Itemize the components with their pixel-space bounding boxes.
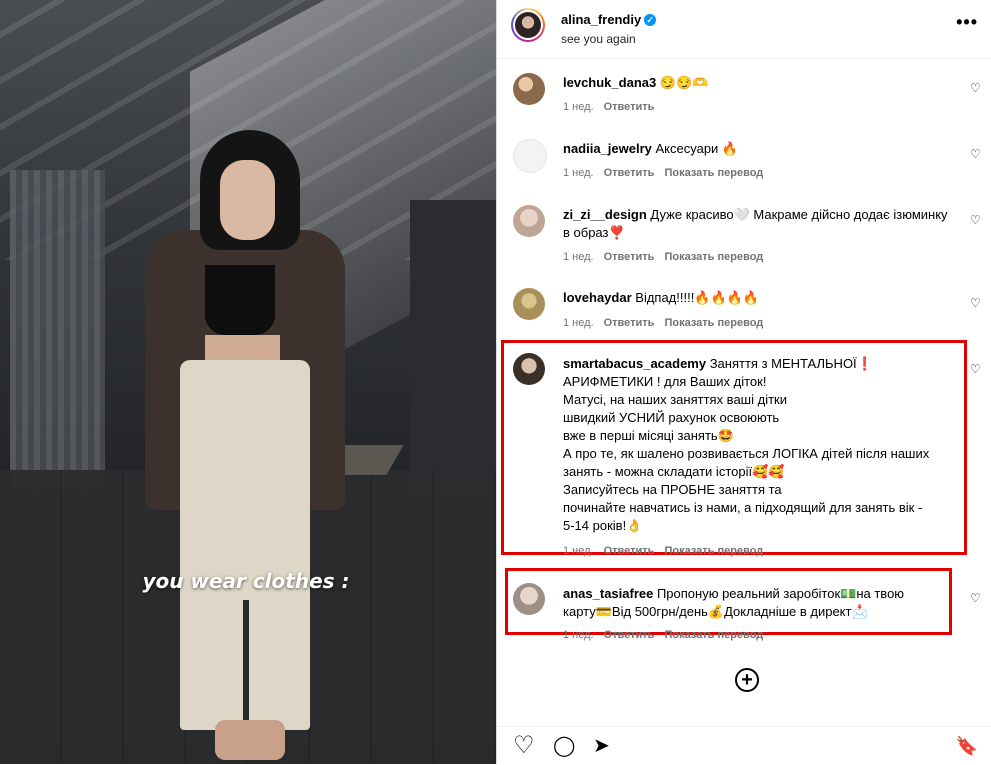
like-comment-icon[interactable]: ♡ [970,148,982,160]
translate-button[interactable]: Показать перевод [664,251,763,263]
comment-text-line: Матусі, на наших заняттях ваші дітки [563,392,787,407]
comment-avatar[interactable] [513,205,545,237]
save-icon[interactable]: 🔖 [956,735,978,757]
reply-button[interactable]: Ответить [604,629,655,641]
comment-text: 😏😏🫶 [656,75,709,90]
verified-badge-icon: ✓ [644,14,657,26]
comment-text-line: Заняття з МЕНТАЛЬНОЇ❗ [706,356,873,371]
comment-text: Відпад!!!!!🔥🔥🔥🔥 [631,290,760,305]
comment-text-line: занять - можна складати історії🥰🥰 [563,464,785,479]
comment-text-line: швидкий УСНИЙ рахунок освоюють [563,410,780,425]
translate-button[interactable]: Показать перевод [664,629,763,641]
like-icon[interactable]: ♡ [513,734,535,758]
comment-username[interactable]: anas_tasiafree [563,586,653,601]
load-more-comments-icon[interactable]: + [735,668,759,692]
legs [215,720,285,760]
media-overlay-text: you wear clothes : [142,569,350,593]
reply-button[interactable]: Ответить [604,317,655,329]
like-comment-icon[interactable]: ♡ [970,82,982,94]
comment-text-line: карту💳Від 500грн/день💰Докладніше в дирек… [563,604,868,619]
comment-text-line: АРИФМЕТИКИ ! для Ваших діток! [563,374,767,389]
skirt-slit [243,600,249,730]
like-comment-icon[interactable]: ♡ [970,592,982,604]
comment-text-line: вже в перші місяці занять🤩 [563,428,734,443]
comment-username[interactable]: lovehaydar [563,290,632,305]
translate-button[interactable]: Показать перевод [664,317,763,329]
reply-button[interactable]: Ответить [604,545,655,557]
share-icon[interactable]: ➤ [593,735,610,757]
reply-button[interactable]: Ответить [604,167,655,179]
curtain [10,170,105,490]
comment-time[interactable]: 1 нед. [563,167,594,179]
comment-avatar[interactable] [513,288,545,320]
comment-avatar[interactable] [513,353,545,385]
comment-icon[interactable]: ◯ [553,735,575,757]
comment-text-line: Пропоную реальний заробіток💵на твою [653,586,905,601]
comment-time[interactable]: 1 нед. [563,545,594,557]
comment-username[interactable]: nadiia_jewelry [563,141,652,156]
comment-time[interactable]: 1 нед. [563,251,594,263]
reply-button[interactable]: Ответить [604,251,655,263]
translate-button[interactable]: Показать перевод [664,545,763,557]
reply-button[interactable]: Ответить [604,101,655,113]
window [410,200,496,500]
post-subtitle: see you again [561,32,636,46]
comment-text-line: Записуйтесь на ПРОБНЕ заняття та [563,482,782,497]
comment-time[interactable]: 1 нед. [563,317,594,329]
like-comment-icon[interactable]: ♡ [970,297,982,309]
translate-button[interactable]: Показать перевод [664,167,763,179]
crop-top [205,265,275,335]
post-header: alina_frendiy ✓ see you again ••• [497,0,991,59]
author-avatar[interactable] [511,8,545,42]
comments-panel: alina_frendiy ✓ see you again ••• levchuk… [496,0,991,764]
comment-time[interactable]: 1 нед. [563,629,594,641]
comment-username[interactable]: zi_zi__design [563,207,647,222]
comment-username[interactable]: levchuk_dana3 [563,75,656,90]
like-comment-icon[interactable]: ♡ [970,214,982,226]
like-comment-icon[interactable]: ♡ [970,363,982,375]
comment-text-line: починайте навчатись із нами, а підходящи… [563,500,923,515]
comment-time[interactable]: 1 нед. [563,101,594,113]
comment-text-line: 5-14 років!👌 [563,518,643,533]
model-figure [125,130,365,764]
author-username[interactable]: alina_frendiy ✓ [561,12,657,27]
action-bar: ♡ ◯ ➤ 🔖 [497,726,991,765]
comment-text: Аксесуари 🔥 [651,141,739,156]
comment-avatar[interactable] [513,583,545,615]
comment-avatar[interactable] [513,139,547,173]
comment-avatar[interactable] [513,73,545,105]
comment-text-line: А про те, як шалено розвивається ЛОГІКА … [563,446,930,461]
more-options-icon[interactable]: ••• [956,12,978,33]
face [220,160,275,240]
post-media[interactable]: you wear clothes : [0,0,496,764]
comment-username[interactable]: smartabacus_academy [563,356,706,371]
